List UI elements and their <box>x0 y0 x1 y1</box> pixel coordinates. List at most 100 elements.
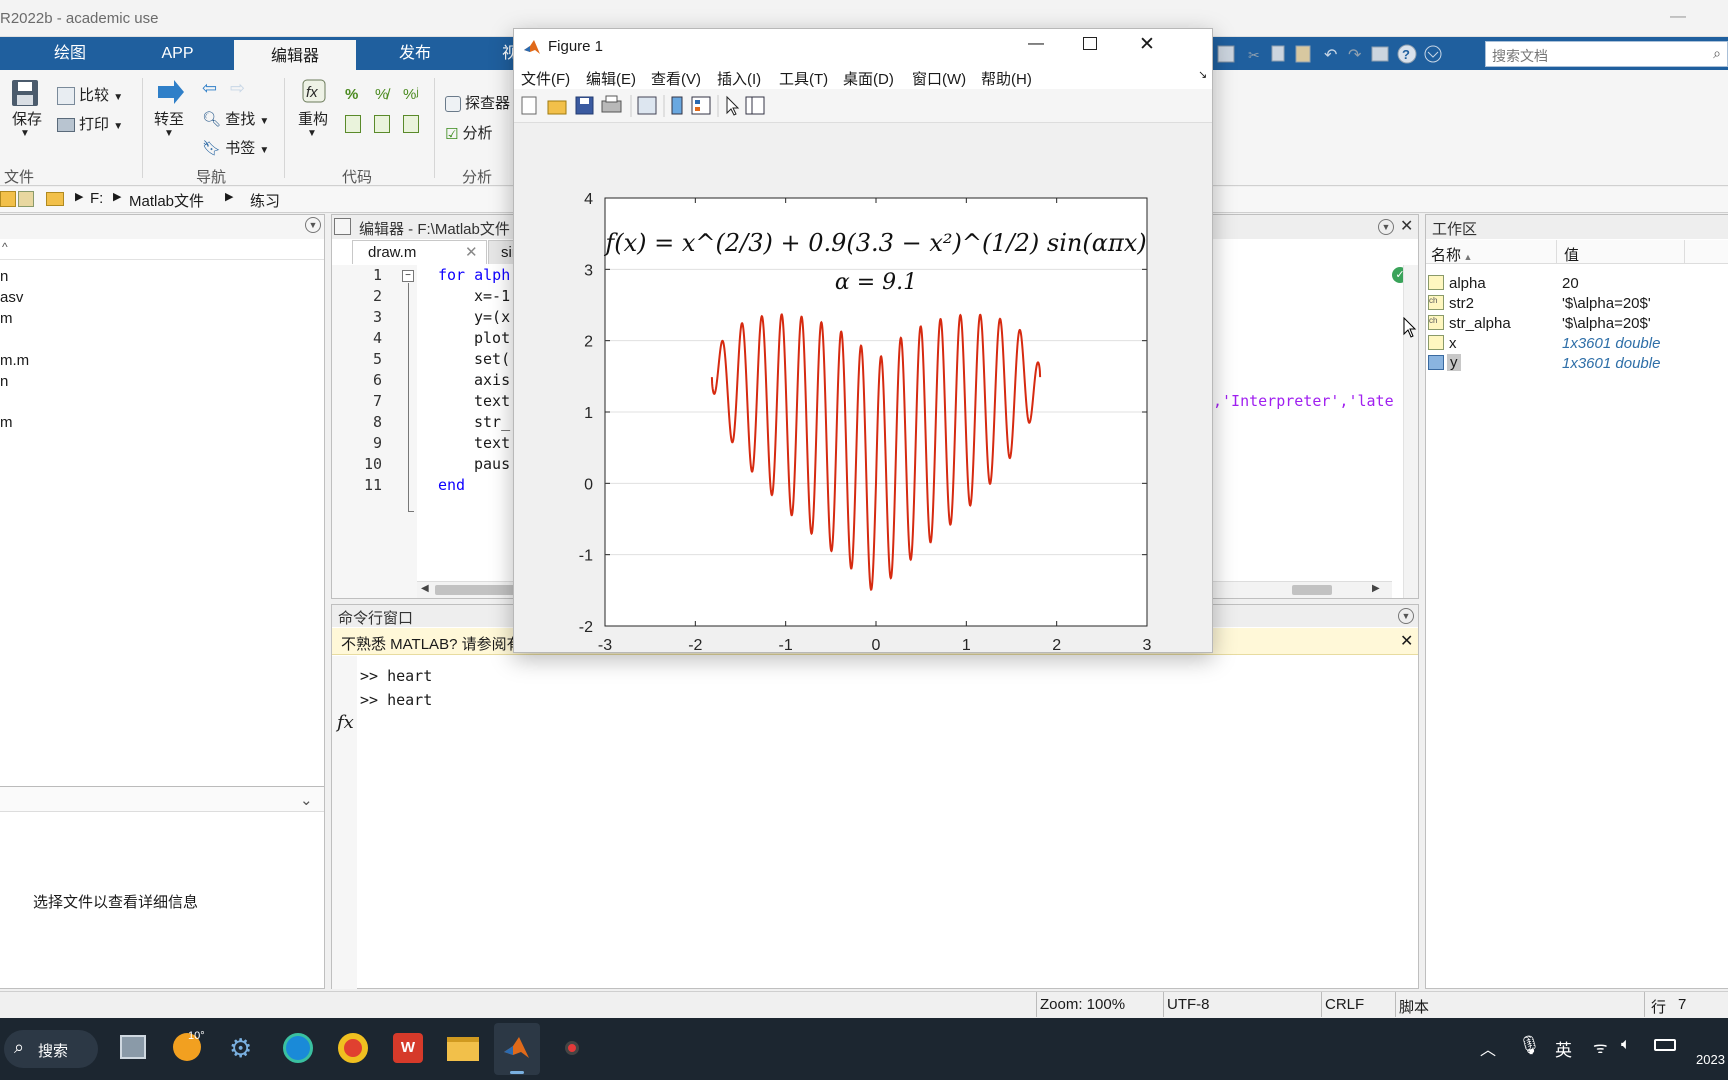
matlab-taskbar-item[interactable] <box>494 1023 540 1075</box>
code-line[interactable]: end <box>438 476 465 494</box>
file-item[interactable]: n <box>0 373 8 390</box>
microphone-icon[interactable]: 🎙︎ <box>1518 1035 1541 1056</box>
chevron-down-icon[interactable]: ▼ <box>164 128 174 139</box>
battery-icon[interactable] <box>1654 1039 1676 1051</box>
breadcrumb-folder-matlab[interactable]: Matlab文件 <box>129 190 204 211</box>
code-line[interactable]: text <box>474 392 510 410</box>
chevron-down-icon[interactable]: ⌄ <box>300 791 313 809</box>
code-line[interactable]: set( <box>474 350 510 368</box>
dock-arrow-icon[interactable]: ↘ <box>1198 68 1207 81</box>
file-item[interactable]: m <box>0 310 13 327</box>
search-icon[interactable]: ⌕ <box>1713 45 1721 62</box>
save-icon[interactable] <box>575 96 594 115</box>
close-tab-icon[interactable]: ✕ <box>465 243 478 261</box>
refactor-button[interactable]: fx <box>297 78 327 112</box>
print-button[interactable]: 打印 ▼ <box>57 113 123 134</box>
dropdown-icon[interactable] <box>1424 45 1442 63</box>
chrome-browser-icon[interactable] <box>338 1033 368 1063</box>
bookmark-button[interactable]: 🔖︎ 书签 ▼ <box>202 137 269 158</box>
menu-desktop[interactable]: 桌面(D) <box>843 68 894 89</box>
pane-menu-icon[interactable]: ▼ <box>305 217 321 233</box>
menu-help[interactable]: 帮助(H) <box>981 68 1032 89</box>
menu-view[interactable]: 查看(V) <box>651 68 701 89</box>
comment-icon[interactable]: % <box>345 86 358 103</box>
menu-insert[interactable]: 插入(I) <box>717 68 761 89</box>
smart-indent-icon[interactable] <box>374 115 390 133</box>
scroll-right-icon[interactable]: ▶ <box>1372 583 1380 594</box>
save-button[interactable] <box>10 78 42 112</box>
code-line[interactable]: y=(x <box>474 308 510 326</box>
col-value[interactable]: 值 <box>1564 244 1579 265</box>
code-line-overflow[interactable]: ,'Interpreter','late <box>1213 392 1393 410</box>
chevron-down-icon[interactable]: ▼ <box>307 128 317 139</box>
indent-icon[interactable] <box>345 115 361 133</box>
code-line[interactable]: text <box>474 434 510 452</box>
settings-gear-icon[interactable]: ⚙ <box>229 1033 252 1064</box>
file-explorer-icon[interactable] <box>447 1037 479 1061</box>
command-input[interactable] <box>358 713 1418 988</box>
tab-draw-m[interactable]: draw.m ✕ <box>352 240 487 264</box>
link-plot-icon[interactable] <box>637 96 657 115</box>
table-row[interactable]: x 1x3601 double <box>1426 333 1728 353</box>
analyze-button[interactable]: ☑ 分析 <box>445 122 492 143</box>
close-icon[interactable]: ✕ <box>1400 216 1413 236</box>
chevron-up-icon[interactable]: ︿ <box>1480 1036 1496 1060</box>
notice-text[interactable]: 不熟悉 MATLAB? 请参阅有 <box>341 633 522 654</box>
tab-editor[interactable]: 编辑器 <box>234 37 356 70</box>
outdent-icon[interactable] <box>403 115 419 133</box>
clock-year[interactable]: 2023 <box>1696 1052 1725 1067</box>
menu-tools[interactable]: 工具(T) <box>779 68 828 89</box>
wifi-icon[interactable]: ᯤ <box>1593 1036 1608 1058</box>
scroll-left-icon[interactable]: ◀ <box>421 583 429 594</box>
print-icon[interactable] <box>601 95 622 113</box>
task-view-icon[interactable] <box>120 1035 146 1059</box>
tab-plots[interactable]: 绘图 <box>30 37 110 70</box>
record-icon[interactable] <box>565 1041 579 1055</box>
vertical-scrollbar[interactable] <box>1403 265 1418 598</box>
file-item[interactable]: asv <box>0 289 23 306</box>
copy-icon[interactable] <box>1271 45 1285 62</box>
code-line[interactable]: plot <box>474 329 510 347</box>
redo-icon[interactable]: ↷ <box>1348 47 1362 64</box>
code-line[interactable]: x=-1 <box>474 287 510 305</box>
table-row[interactable]: y 1x3601 double <box>1426 353 1728 373</box>
file-item[interactable]: m <box>0 414 13 431</box>
undo-icon[interactable]: ↶ <box>1324 47 1337 64</box>
layout-icon[interactable] <box>1371 46 1389 62</box>
minimize-icon[interactable]: — <box>1670 8 1686 26</box>
cut-icon[interactable]: ✂ <box>1248 47 1260 63</box>
property-inspector-icon[interactable] <box>745 96 765 115</box>
find-button[interactable]: 🔍︎ 查找 ▼ <box>202 108 269 129</box>
tab-apps[interactable]: APP <box>130 37 225 70</box>
save-icon[interactable] <box>1217 45 1235 63</box>
compare-button[interactable]: 比较 ▼ <box>57 84 123 106</box>
line-chart[interactable]: f(x) = x^(2/3) + 0.9(3.3 − x²)^(1/2) sin… <box>514 124 1212 654</box>
search-docs-input[interactable]: 搜索文档 ⌕ <box>1485 41 1728 67</box>
minimize-icon[interactable]: — <box>1028 35 1044 53</box>
scroll-thumb[interactable] <box>1292 585 1332 595</box>
code-line[interactable]: str_ <box>474 413 510 431</box>
table-row[interactable]: alpha 20 <box>1426 273 1728 293</box>
paste-icon[interactable] <box>1295 45 1311 63</box>
volume-icon[interactable]: 🔈︎ <box>1621 1036 1631 1054</box>
code-line[interactable]: axis <box>474 371 510 389</box>
code-line[interactable]: for alph <box>438 266 510 284</box>
code-line[interactable]: paus <box>474 455 510 473</box>
col-name[interactable]: 名称 ▲ <box>1431 244 1472 265</box>
table-row[interactable]: ch str2 '$\alpha=20$' <box>1426 293 1728 313</box>
fx-prompt-icon[interactable]: fx <box>337 712 354 733</box>
details-header[interactable]: ⌄ <box>0 786 324 812</box>
goto-button[interactable] <box>154 78 186 110</box>
up-folder-icon[interactable] <box>18 191 34 207</box>
tab-publish[interactable]: 发布 <box>375 37 455 70</box>
edge-browser-icon[interactable] <box>283 1033 313 1063</box>
legend-icon[interactable] <box>691 96 711 115</box>
new-figure-icon[interactable] <box>521 96 537 115</box>
breadcrumb-drive[interactable]: F: <box>90 190 103 207</box>
help-icon[interactable]: ? <box>1397 44 1417 64</box>
open-icon[interactable] <box>547 100 567 115</box>
menu-file[interactable]: 文件(F) <box>521 68 570 89</box>
pane-menu-icon[interactable]: ▼ <box>1378 219 1394 235</box>
pane-menu-icon[interactable]: ▼ <box>1398 608 1414 624</box>
ime-indicator[interactable]: 英 <box>1555 1036 1572 1061</box>
